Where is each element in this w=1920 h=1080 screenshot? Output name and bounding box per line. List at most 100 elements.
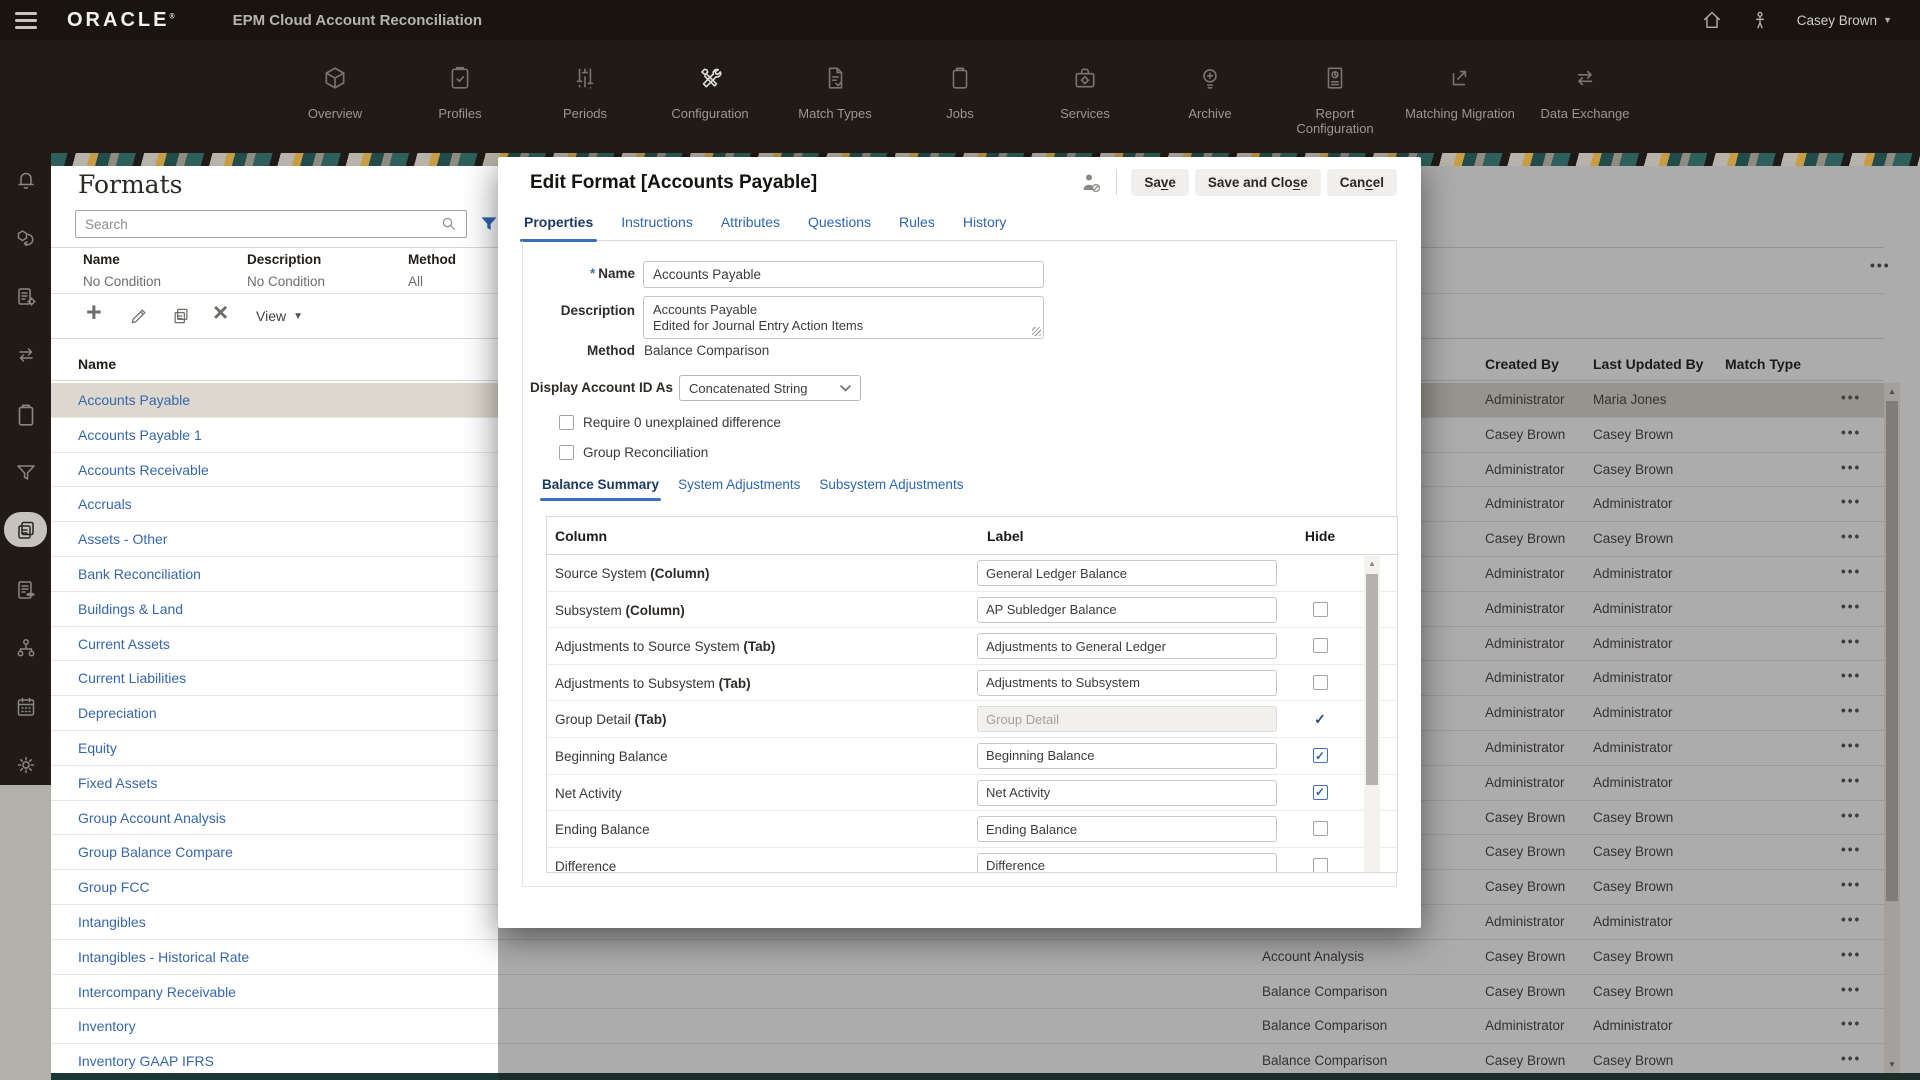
tab-instructions[interactable]: Instructions bbox=[619, 210, 695, 240]
label-input[interactable] bbox=[977, 633, 1277, 659]
format-name-link[interactable]: Group FCC bbox=[78, 879, 150, 895]
nav-item-jobs[interactable]: Jobs bbox=[900, 40, 1020, 136]
label-input[interactable] bbox=[977, 706, 1277, 732]
hide-cell[interactable]: ✓ bbox=[1295, 701, 1345, 737]
hide-cell[interactable] bbox=[1295, 665, 1345, 701]
copy-button[interactable] bbox=[171, 306, 191, 326]
sidebar-item-profiles[interactable] bbox=[0, 226, 51, 250]
nav-item-services[interactable]: Services bbox=[1025, 40, 1145, 136]
format-name-link[interactable]: Bank Reconciliation bbox=[78, 566, 201, 582]
hide-cell[interactable] bbox=[1295, 811, 1345, 847]
filter-value-method[interactable]: All bbox=[408, 274, 423, 289]
format-name-link[interactable]: Current Assets bbox=[78, 636, 170, 652]
sidebar-item-notifications[interactable] bbox=[0, 168, 51, 192]
sidebar-item-hierarchy[interactable] bbox=[0, 636, 51, 660]
format-name-link[interactable]: Fixed Assets bbox=[78, 775, 157, 791]
scroll-up-icon[interactable]: ▲ bbox=[1364, 559, 1380, 568]
format-name-link[interactable]: Assets - Other bbox=[78, 531, 167, 547]
label-input[interactable] bbox=[977, 816, 1277, 842]
hide-checkbox-checked[interactable]: ✓ bbox=[1313, 748, 1328, 763]
filter-icon[interactable] bbox=[479, 214, 499, 234]
format-name-link[interactable]: Inventory GAAP IFRS bbox=[78, 1053, 214, 1069]
hamburger-menu-icon[interactable] bbox=[15, 12, 37, 29]
hide-checkbox[interactable] bbox=[1313, 638, 1328, 653]
format-name-link[interactable]: Accruals bbox=[78, 496, 132, 512]
sidebar-item-worklist[interactable] bbox=[0, 402, 51, 428]
format-name-link[interactable]: Inventory bbox=[78, 1018, 136, 1034]
nav-item-report-configuration[interactable]: Report Configuration bbox=[1275, 40, 1395, 136]
sidebar-item-formats[interactable] bbox=[0, 518, 51, 542]
nav-item-overview[interactable]: Overview bbox=[275, 40, 395, 136]
add-button[interactable]: + bbox=[86, 297, 102, 328]
accessibility-person-icon[interactable] bbox=[1749, 9, 1771, 31]
format-name-link[interactable]: Group Account Analysis bbox=[78, 810, 226, 826]
filter-value-name[interactable]: No Condition bbox=[83, 274, 161, 289]
format-name-link[interactable]: Intangibles - Historical Rate bbox=[78, 949, 249, 965]
display-account-id-select[interactable]: Concatenated String bbox=[679, 375, 861, 401]
delete-button[interactable]: × bbox=[213, 297, 228, 328]
format-name-link[interactable]: Intangibles bbox=[78, 914, 146, 930]
hide-checkbox[interactable] bbox=[1313, 858, 1328, 873]
tab-history[interactable]: History bbox=[961, 210, 1009, 240]
tab-system-adjustments[interactable]: System Adjustments bbox=[677, 477, 801, 501]
nav-item-matching-migration[interactable]: Matching Migration bbox=[1400, 40, 1520, 136]
hide-cell[interactable]: ✓ bbox=[1295, 775, 1345, 811]
group-reconciliation-checkbox[interactable] bbox=[559, 445, 574, 460]
format-name-link[interactable]: Accounts Payable bbox=[78, 392, 190, 408]
filter-value-description[interactable]: No Condition bbox=[247, 274, 325, 289]
hide-cell[interactable]: ✓ bbox=[1295, 738, 1345, 774]
tab-properties[interactable]: Properties bbox=[522, 210, 595, 240]
sidebar-item-filter[interactable] bbox=[0, 460, 51, 484]
edit-button[interactable] bbox=[129, 306, 149, 326]
format-name-link[interactable]: Intercompany Receivable bbox=[78, 984, 236, 1000]
name-field[interactable] bbox=[643, 261, 1044, 288]
format-name-link[interactable]: Buildings & Land bbox=[78, 601, 183, 617]
tab-balance-summary[interactable]: Balance Summary bbox=[541, 477, 660, 501]
sidebar-item-configuration-doc[interactable] bbox=[0, 285, 51, 309]
nav-item-periods[interactable]: Periods bbox=[525, 40, 645, 136]
table-scrollbar[interactable]: ▲ bbox=[1364, 556, 1380, 873]
format-name-link[interactable]: Current Liabilities bbox=[78, 670, 186, 686]
nav-item-archive[interactable]: Archive bbox=[1150, 40, 1270, 136]
view-dropdown[interactable]: View ▼ bbox=[256, 308, 303, 324]
hide-cell[interactable] bbox=[1295, 592, 1345, 628]
save-and-close-button[interactable]: Save and Close bbox=[1195, 169, 1321, 196]
label-input[interactable] bbox=[977, 780, 1277, 806]
scrollbar-thumb[interactable] bbox=[1366, 574, 1378, 785]
label-input[interactable] bbox=[977, 670, 1277, 696]
tab-rules[interactable]: Rules bbox=[897, 210, 937, 240]
sidebar-item-settings[interactable] bbox=[0, 753, 51, 777]
description-field[interactable]: Accounts Payable Edited for Journal Entr… bbox=[643, 296, 1044, 339]
label-input[interactable] bbox=[977, 560, 1277, 586]
format-name-link[interactable]: Equity bbox=[78, 740, 117, 756]
hide-checkbox[interactable] bbox=[1313, 675, 1328, 690]
nav-item-match-types[interactable]: Match Types bbox=[775, 40, 895, 136]
sidebar-item-data-exchange[interactable] bbox=[0, 343, 51, 367]
nav-item-configuration[interactable]: Configuration bbox=[650, 40, 770, 136]
hide-cell[interactable] bbox=[1295, 848, 1345, 873]
resize-handle-icon[interactable] bbox=[1032, 327, 1041, 336]
user-menu[interactable]: Casey Brown ▼ bbox=[1797, 13, 1892, 28]
save-button[interactable]: Save bbox=[1131, 169, 1189, 196]
search-icon[interactable] bbox=[440, 215, 458, 233]
cancel-button[interactable]: Cancel bbox=[1327, 169, 1397, 196]
column-header-name[interactable]: Name bbox=[78, 356, 116, 372]
access-restricted-icon[interactable] bbox=[1079, 171, 1103, 195]
sidebar-item-review[interactable] bbox=[0, 578, 51, 602]
hide-checkbox-checked[interactable]: ✓ bbox=[1313, 785, 1328, 800]
label-input[interactable] bbox=[977, 597, 1277, 623]
format-name-link[interactable]: Group Balance Compare bbox=[78, 844, 233, 860]
label-input[interactable] bbox=[977, 743, 1277, 769]
home-icon[interactable] bbox=[1701, 9, 1723, 31]
hide-checkbox[interactable] bbox=[1313, 602, 1328, 617]
tab-attributes[interactable]: Attributes bbox=[719, 210, 782, 240]
tab-questions[interactable]: Questions bbox=[806, 210, 873, 240]
format-name-link[interactable]: Accounts Payable 1 bbox=[78, 427, 202, 443]
format-name-link[interactable]: Accounts Receivable bbox=[78, 462, 209, 478]
hide-cell[interactable] bbox=[1295, 555, 1345, 591]
hide-cell[interactable] bbox=[1295, 628, 1345, 664]
sidebar-item-calendar[interactable] bbox=[0, 695, 51, 719]
search-input[interactable] bbox=[85, 217, 440, 232]
hide-checkbox[interactable] bbox=[1313, 821, 1328, 836]
tab-subsystem-adjustments[interactable]: Subsystem Adjustments bbox=[818, 477, 964, 501]
